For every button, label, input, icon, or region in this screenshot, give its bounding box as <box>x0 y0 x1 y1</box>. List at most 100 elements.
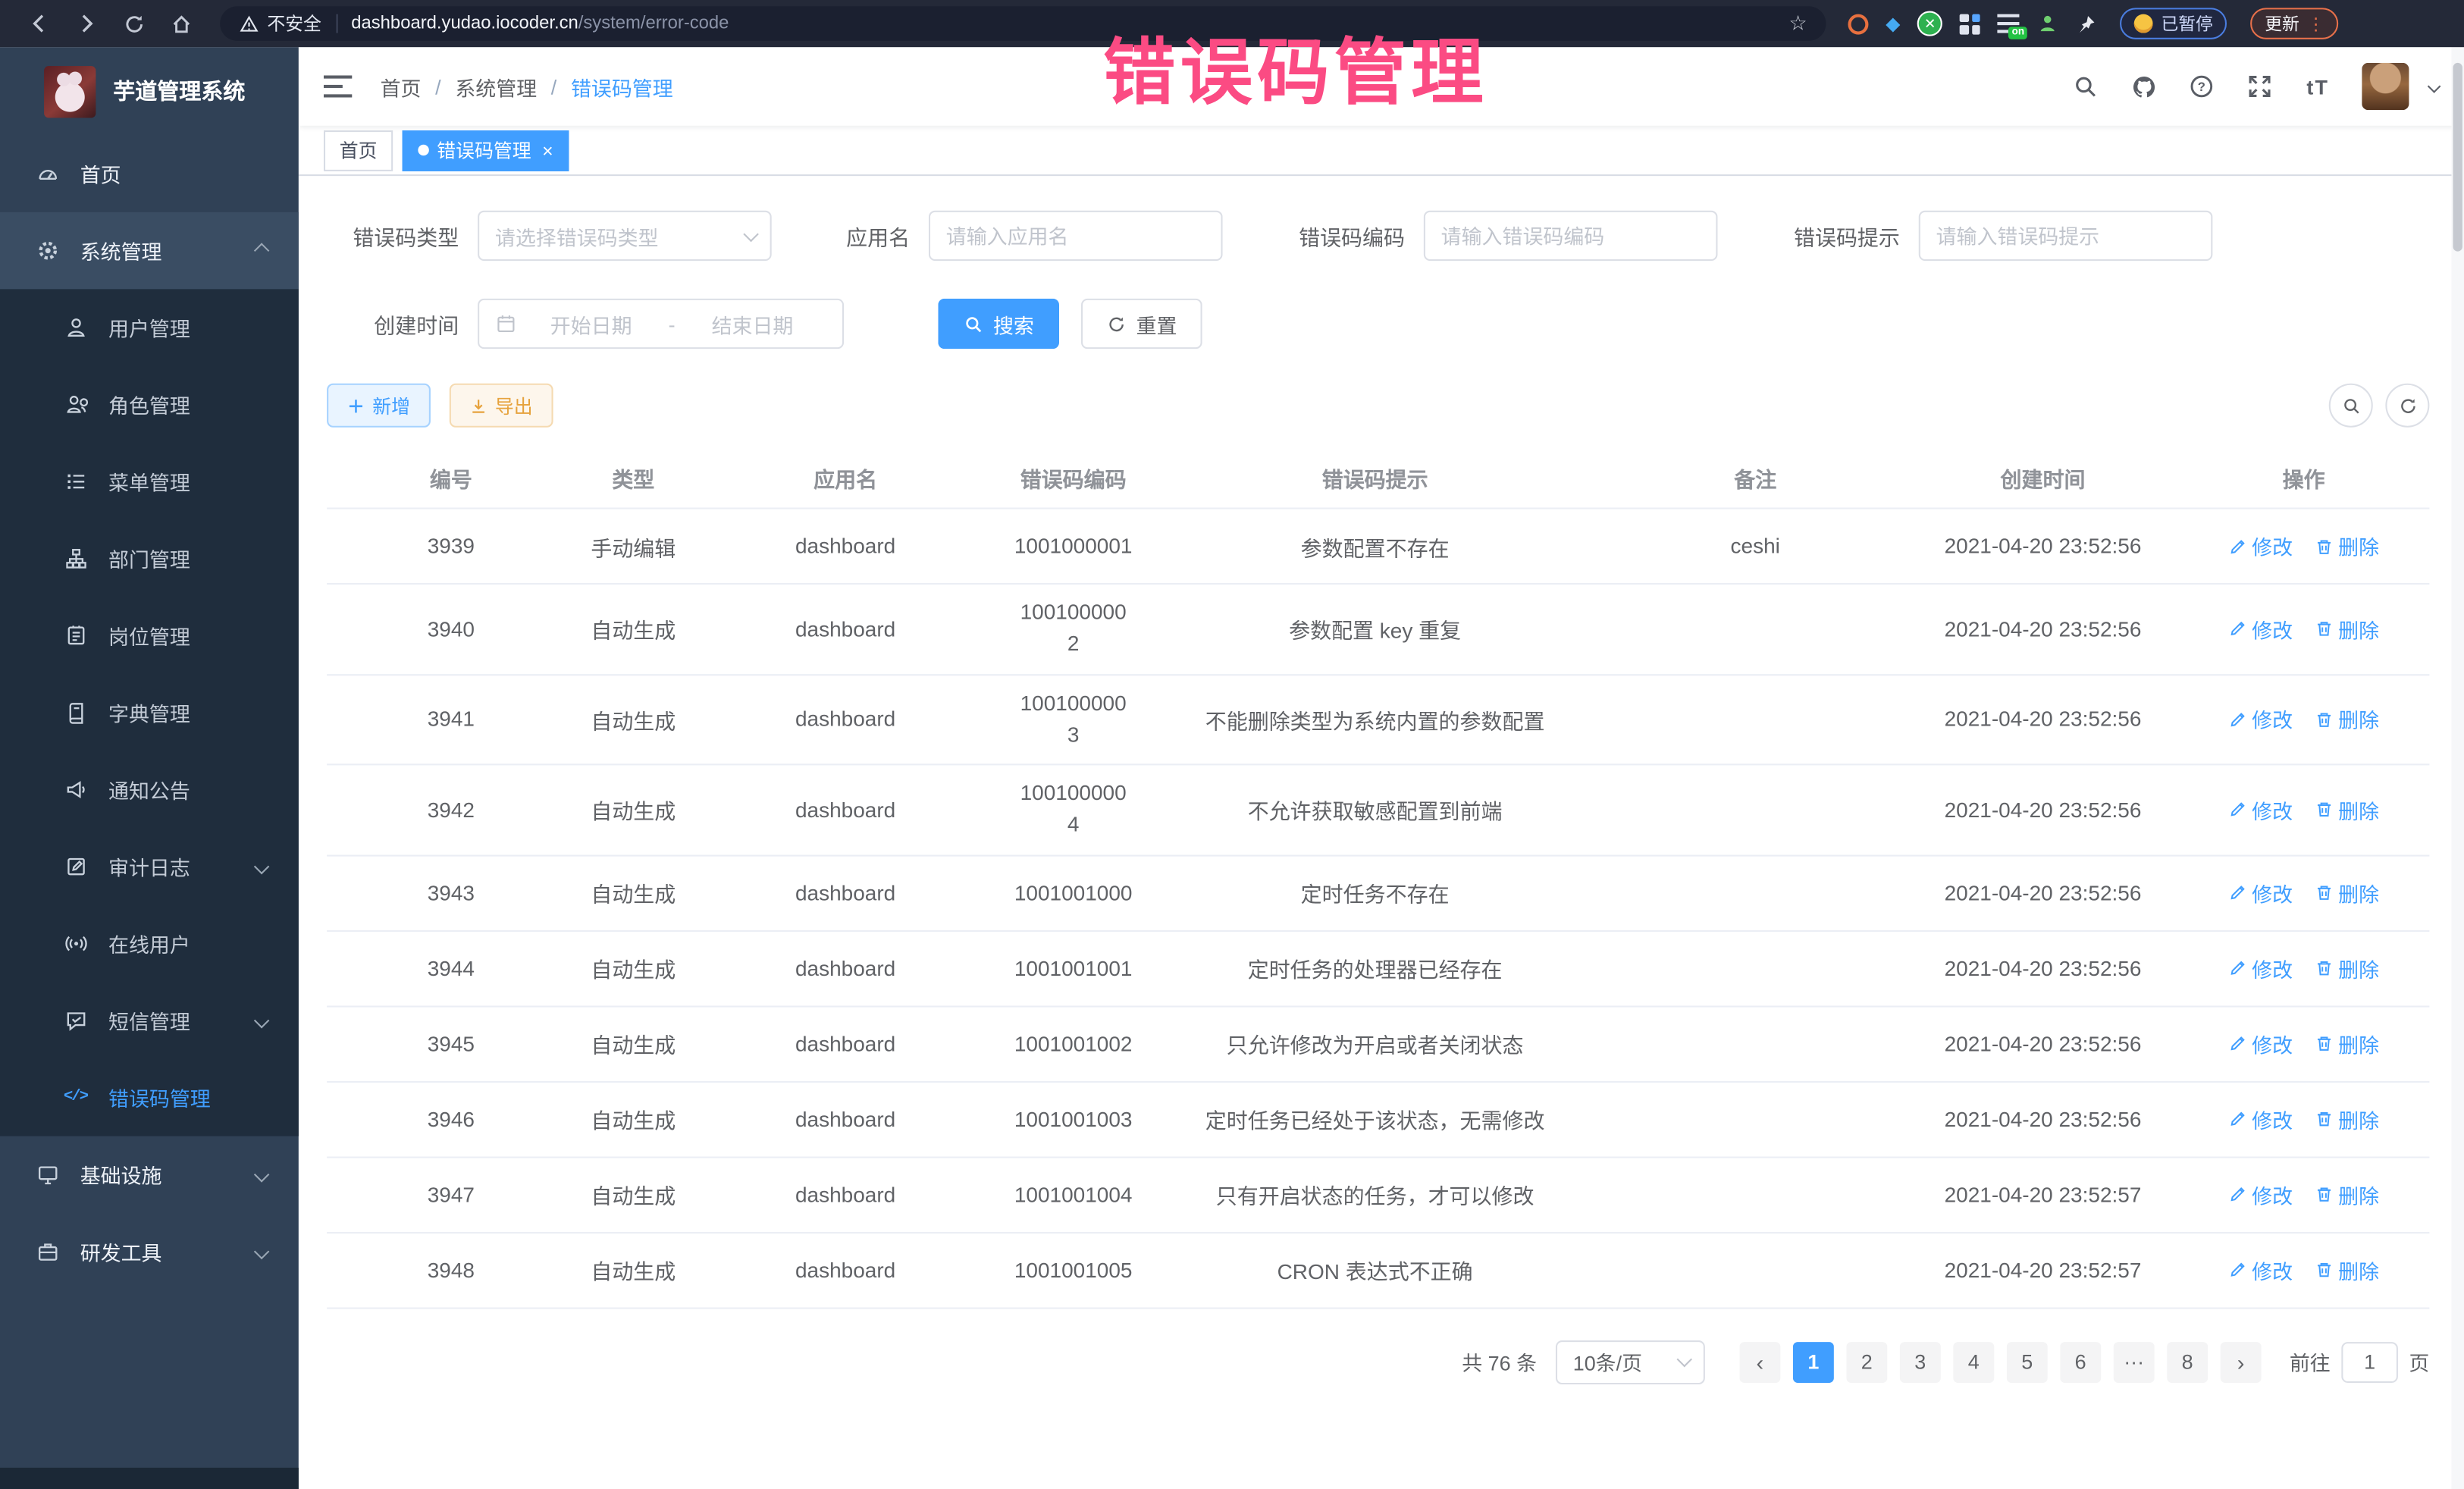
update-pill[interactable]: 更新 ⋮ <box>2251 8 2339 39</box>
font-size-icon[interactable]: tT <box>2304 72 2332 100</box>
delete-link[interactable]: 删除 <box>2315 953 2379 983</box>
filter-select[interactable]: 请选择错误码类型 <box>478 211 772 261</box>
reload-icon[interactable] <box>121 11 146 36</box>
page-button-3[interactable]: 3 <box>1900 1341 1941 1382</box>
tab-错误码管理[interactable]: 错误码管理× <box>403 130 569 171</box>
avatar[interactable] <box>2362 63 2409 110</box>
page-size-select[interactable]: 10条/页 <box>1556 1340 1705 1384</box>
emoji-face-icon <box>2134 14 2153 33</box>
page-button-1[interactable]: 1 <box>1793 1341 1834 1382</box>
edit-link[interactable]: 修改 <box>2228 1104 2293 1133</box>
kebab-menu-icon[interactable]: ⋮ <box>2307 14 2324 34</box>
sidebar-item-dict[interactable]: 字典管理 <box>0 674 299 751</box>
sidebar-item-error-code[interactable]: </>错误码管理 <box>0 1059 299 1136</box>
filter-input[interactable] <box>1424 211 1718 261</box>
edit-link[interactable]: 修改 <box>2228 953 2293 983</box>
app-logo-row[interactable]: 芋道管理系统 <box>0 47 299 135</box>
prev-page-button[interactable]: ‹ <box>1739 1341 1780 1382</box>
filter-text-input[interactable] <box>1936 224 2196 247</box>
extension-ring-icon[interactable] <box>1848 14 1868 34</box>
next-page-button[interactable]: › <box>2221 1341 2262 1382</box>
delete-link[interactable]: 删除 <box>2315 614 2379 644</box>
edit-link[interactable]: 修改 <box>2228 614 2293 644</box>
sms-icon <box>63 1008 88 1033</box>
cell-create-time: 2021-04-20 23:52:57 <box>1908 1258 2178 1281</box>
extension-x-icon[interactable]: ✕ <box>1917 11 1942 36</box>
filter-text-input[interactable] <box>1441 224 1701 247</box>
delete-link[interactable]: 删除 <box>2315 1029 2379 1058</box>
sidebar-item-sms[interactable]: 短信管理 <box>0 982 299 1059</box>
forward-icon[interactable] <box>74 11 99 36</box>
page-button-6[interactable]: 6 <box>2060 1341 2101 1382</box>
hamburger-icon[interactable] <box>324 75 352 97</box>
sidebar-item-system[interactable]: 系统管理 <box>0 212 299 290</box>
refresh-table-button[interactable] <box>2385 384 2429 428</box>
page-button-2[interactable]: 2 <box>1846 1341 1887 1382</box>
delete-link[interactable]: 删除 <box>2315 878 2379 908</box>
page-button-4[interactable]: 4 <box>1953 1341 1994 1382</box>
tab-首页[interactable]: 首页 <box>324 130 393 171</box>
sidebar-item-menu[interactable]: 菜单管理 <box>0 444 299 521</box>
sidebar-item-label: 字典管理 <box>108 697 190 727</box>
extensions-pin-icon[interactable] <box>2077 14 2097 34</box>
search-button[interactable]: 搜索 <box>938 299 1059 349</box>
paused-extension-pill[interactable]: 已暂停 <box>2121 8 2227 39</box>
edit-link[interactable]: 修改 <box>2228 531 2293 561</box>
show-search-button[interactable] <box>2329 384 2373 428</box>
delete-link[interactable]: 删除 <box>2315 795 2379 824</box>
delete-link[interactable]: 删除 <box>2315 704 2379 734</box>
page-scrollbar[interactable] <box>2451 47 2464 1489</box>
extension-list-icon[interactable]: on <box>1998 14 2020 33</box>
delete-link[interactable]: 删除 <box>2315 531 2379 561</box>
sidebar-item-online[interactable]: 在线用户 <box>0 905 299 983</box>
filter-input[interactable] <box>1919 211 2213 261</box>
page-button-5[interactable]: 5 <box>2007 1341 2048 1382</box>
delete-link[interactable]: 删除 <box>2315 1255 2379 1284</box>
sidebar-item-home[interactable]: 首页 <box>0 135 299 212</box>
fullscreen-icon[interactable] <box>2246 72 2274 100</box>
breadcrumb-home[interactable]: 首页 <box>381 71 422 101</box>
reset-button[interactable]: 重置 <box>1081 299 1202 349</box>
bookmark-star-icon[interactable]: ☆ <box>1788 11 1807 36</box>
filter-text-input[interactable] <box>946 224 1205 247</box>
cell-id: 3941 <box>327 707 575 731</box>
more-pages-button[interactable]: ··· <box>2114 1341 2155 1382</box>
delete-link[interactable]: 删除 <box>2315 1180 2379 1209</box>
delete-link[interactable]: 删除 <box>2315 1104 2379 1133</box>
extension-person-icon[interactable] <box>2037 13 2059 35</box>
sidebar-item-infra[interactable]: 基础设施 <box>0 1136 299 1214</box>
filter-input[interactable] <box>929 211 1223 261</box>
extension-grid-icon[interactable] <box>1960 14 1980 34</box>
scrollbar-thumb[interactable] <box>2453 63 2462 252</box>
sidebar-item-post[interactable]: 岗位管理 <box>0 597 299 675</box>
close-icon[interactable]: × <box>542 141 553 160</box>
help-icon[interactable]: ? <box>2187 72 2215 100</box>
sidebar-item-dept[interactable]: 部门管理 <box>0 520 299 597</box>
github-icon[interactable] <box>2130 72 2158 100</box>
sidebar-item-notice[interactable]: 通知公告 <box>0 751 299 829</box>
chevron-down-icon[interactable] <box>2428 80 2441 93</box>
date-range-picker[interactable]: 开始日期 - 结束日期 <box>478 299 844 349</box>
sidebar-item-user[interactable]: 用户管理 <box>0 289 299 366</box>
edit-link[interactable]: 修改 <box>2228 1180 2293 1209</box>
back-icon[interactable] <box>27 11 52 36</box>
add-button[interactable]: 新增 <box>327 384 431 428</box>
home-icon[interactable] <box>168 11 193 36</box>
edit-link[interactable]: 修改 <box>2228 1029 2293 1058</box>
address-bar[interactable]: 不安全 dashboard.yudao.iocoder.cn/system/er… <box>220 6 1826 41</box>
sidebar-item-audit[interactable]: 审计日志 <box>0 828 299 905</box>
table-row: 3943自动生成dashboard1001001000定时任务不存在2021-0… <box>327 856 2429 931</box>
cell-error-code: 1001001003 <box>999 1107 1147 1130</box>
export-button[interactable]: 导出 <box>450 384 553 428</box>
page-button-8[interactable]: 8 <box>2167 1341 2208 1382</box>
edit-link[interactable]: 修改 <box>2228 704 2293 734</box>
extension-gem-icon[interactable]: ◆ <box>1886 14 1900 33</box>
sidebar-item-devtools[interactable]: 研发工具 <box>0 1213 299 1290</box>
search-icon[interactable] <box>2071 72 2099 100</box>
edit-link[interactable]: 修改 <box>2228 1255 2293 1284</box>
sidebar-item-role[interactable]: 角色管理 <box>0 366 299 444</box>
breadcrumb-system[interactable]: 系统管理 <box>455 71 537 101</box>
goto-page-input[interactable] <box>2341 1341 2398 1382</box>
edit-link[interactable]: 修改 <box>2228 878 2293 908</box>
edit-link[interactable]: 修改 <box>2228 795 2293 824</box>
